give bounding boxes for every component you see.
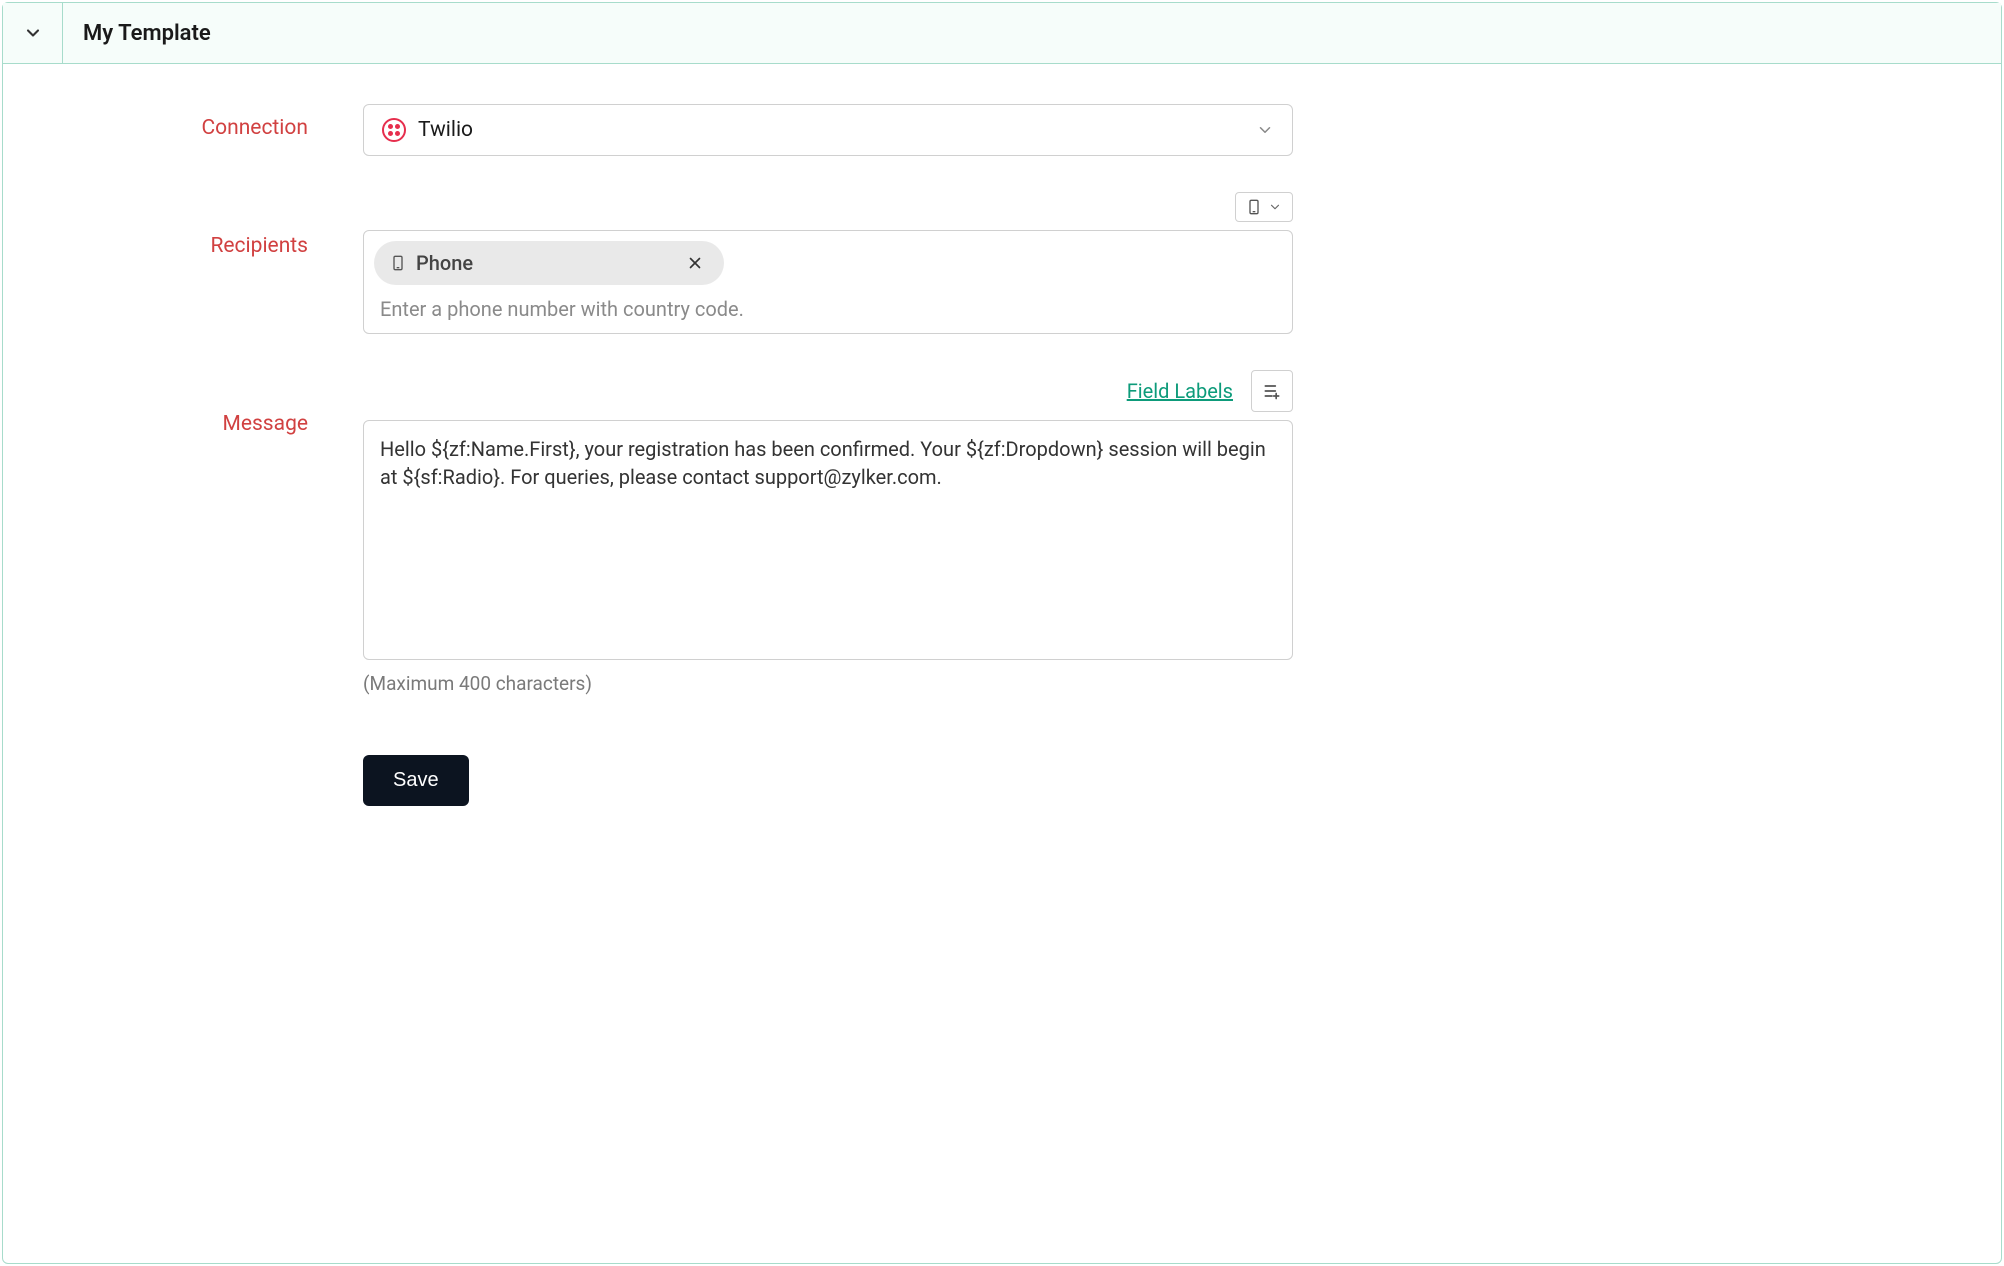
panel-header: My Template (3, 3, 2001, 64)
chevron-down-icon (23, 23, 43, 43)
phone-icon (390, 255, 406, 271)
close-icon (686, 254, 704, 272)
connection-selected-value: Twilio (418, 118, 473, 142)
save-button[interactable]: Save (363, 755, 469, 806)
recipients-placeholder: Enter a phone number with country code. (374, 285, 1282, 323)
twilio-icon (382, 118, 406, 142)
field-labels-link[interactable]: Field Labels (1127, 379, 1233, 403)
message-hint: (Maximum 400 characters) (363, 672, 1293, 695)
phone-icon (1246, 199, 1262, 215)
recipient-chip: Phone (374, 241, 724, 285)
recipients-label: Recipients (103, 192, 363, 258)
insert-field-button[interactable] (1251, 370, 1293, 412)
chevron-down-icon (1268, 200, 1282, 214)
message-textarea[interactable] (363, 420, 1293, 660)
connection-select[interactable]: Twilio (363, 104, 1293, 156)
remove-recipient-button[interactable] (682, 254, 708, 272)
recipient-chip-label: Phone (416, 251, 672, 275)
list-add-icon (1262, 381, 1282, 401)
chevron-down-icon (1256, 121, 1274, 139)
message-label: Message (103, 370, 363, 436)
recipients-input-box[interactable]: Phone Enter a phone number with country … (363, 230, 1293, 334)
connection-label: Connection (103, 104, 363, 140)
collapse-toggle[interactable] (3, 3, 63, 63)
recipient-type-dropdown[interactable] (1235, 192, 1293, 222)
page-title: My Template (63, 21, 211, 46)
